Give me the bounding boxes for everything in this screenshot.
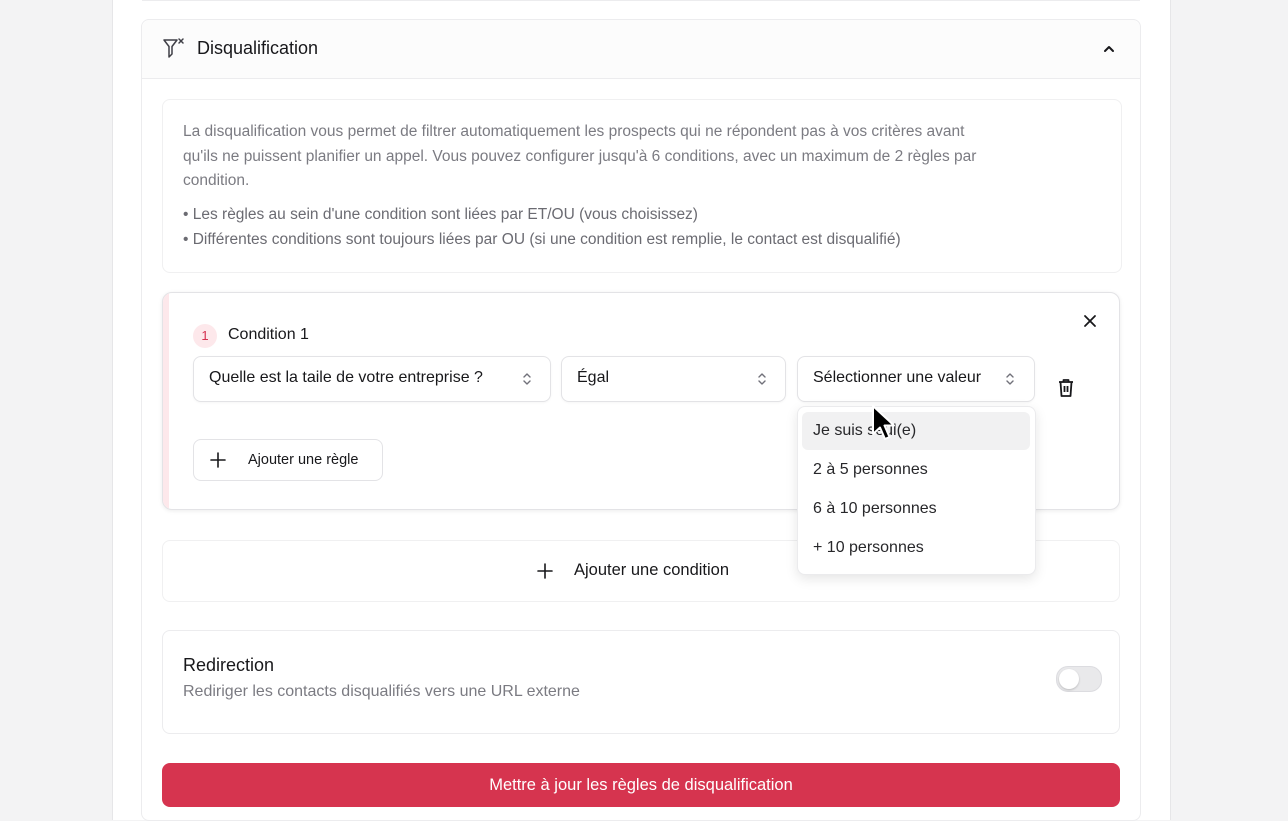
question-select-value: Quelle est la taile de votre entreprise …	[209, 369, 483, 386]
redirection-description: Rediriger les contacts disqualifiés vers…	[183, 683, 580, 700]
plus-icon	[537, 563, 553, 579]
info-bullet: • Différentes conditions sont toujours l…	[183, 230, 901, 248]
redirection-title: Redirection	[183, 655, 275, 675]
condition-title: Condition 1	[228, 326, 309, 343]
info-bullets: • Les règles au sein d'une condition son…	[183, 203, 1103, 252]
info-bullet: • Les règles au sein d'une condition son…	[183, 206, 698, 223]
add-condition-label: Ajouter une condition	[574, 561, 730, 579]
dropdown-option-label: Je suis seul(e)	[813, 422, 917, 439]
info-line: qu'ils ne puissent planifier un appel. V…	[183, 147, 977, 165]
add-rule-button[interactable]: Ajouter une règle	[193, 439, 383, 481]
dropdown-option[interactable]: 2 à 5 personnes	[802, 451, 1030, 489]
dropdown-option-label: 6 à 10 personnes	[813, 500, 937, 517]
disqualification-header[interactable]: Disqualification	[142, 20, 1140, 79]
divider	[142, 0, 1140, 1]
value-select[interactable]: Sélectionner une valeur	[797, 356, 1035, 402]
filter-x-icon	[163, 38, 184, 58]
chevron-up-icon[interactable]	[1100, 40, 1118, 58]
close-icon[interactable]	[1080, 311, 1100, 331]
trash-icon[interactable]	[1056, 377, 1076, 399]
value-dropdown-menu: Je suis seul(e) 2 à 5 personnes 6 à 10 p…	[797, 406, 1036, 575]
toggle-knob	[1059, 669, 1079, 689]
update-rules-label: Mettre à jour les règles de disqualifica…	[489, 776, 793, 794]
update-rules-button[interactable]: Mettre à jour les règles de disqualifica…	[162, 763, 1120, 807]
chevron-updown-icon	[1006, 373, 1014, 385]
redirection-card: Redirection Rediriger les contacts disqu…	[162, 630, 1120, 734]
redirection-toggle[interactable]	[1056, 666, 1102, 692]
dropdown-option[interactable]: 6 à 10 personnes	[802, 490, 1030, 528]
info-box: La disqualification vous permet de filtr…	[162, 99, 1122, 273]
dropdown-option[interactable]: Je suis seul(e)	[802, 412, 1030, 450]
info-paragraph: La disqualification vous permet de filtr…	[183, 120, 1103, 194]
section-title: Disqualification	[197, 38, 319, 58]
condition-accent-bar	[163, 293, 169, 509]
question-select[interactable]: Quelle est la taile de votre entreprise …	[193, 356, 551, 402]
info-line: La disqualification vous permet de filtr…	[183, 123, 965, 140]
operator-select[interactable]: Égal	[561, 356, 786, 402]
operator-select-value: Égal	[577, 369, 610, 386]
dropdown-option[interactable]: + 10 personnes	[802, 529, 1030, 567]
mouse-cursor-icon	[872, 405, 895, 440]
plus-icon	[210, 452, 226, 468]
dropdown-option-label: 2 à 5 personnes	[813, 461, 928, 478]
condition-number-badge: 1	[193, 324, 217, 348]
chevron-updown-icon	[758, 373, 766, 385]
info-line: condition.	[183, 172, 250, 189]
add-rule-label: Ajouter une règle	[248, 452, 359, 468]
dropdown-option-label: + 10 personnes	[813, 539, 924, 556]
value-select-placeholder: Sélectionner une valeur	[813, 369, 982, 386]
chevron-updown-icon	[523, 373, 531, 385]
